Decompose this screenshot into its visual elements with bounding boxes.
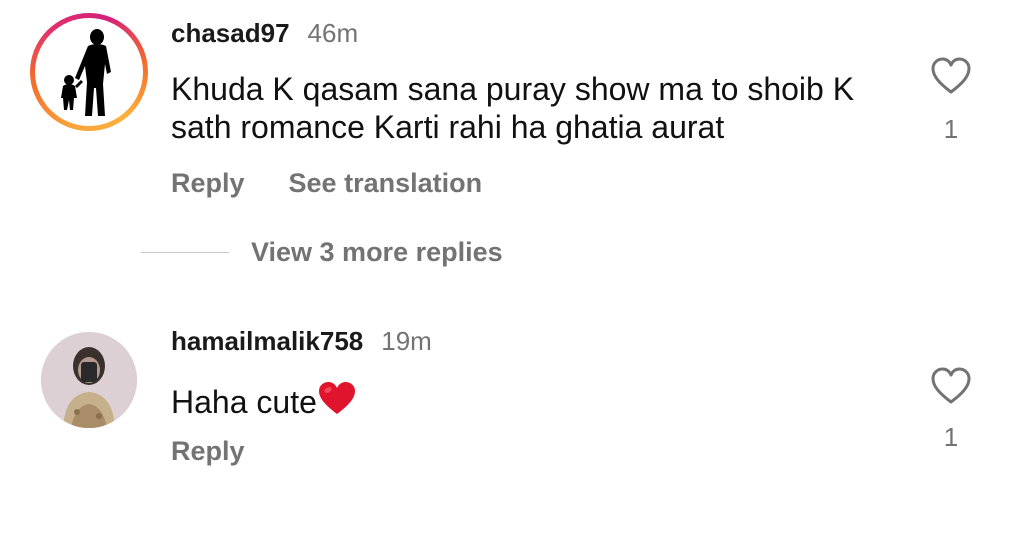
like-button[interactable] — [930, 56, 972, 96]
comment-actions: Reply See translation — [171, 168, 482, 199]
heart-outline-icon — [931, 57, 971, 94]
avatar-story-ring[interactable] — [30, 13, 148, 131]
avatar[interactable] — [41, 332, 137, 428]
timestamp: 46m — [307, 18, 359, 48]
heart-emoji-icon — [317, 380, 357, 424]
comment-header: hamailmalik758 19m — [171, 326, 432, 357]
username[interactable]: chasad97 — [171, 18, 290, 49]
parent-child-silhouette-icon — [61, 29, 111, 116]
reply-button[interactable]: Reply — [171, 168, 245, 199]
view-more-replies-button[interactable]: View 3 more replies — [141, 237, 503, 268]
comment-actions: Reply — [171, 436, 245, 467]
avatar[interactable] — [41, 24, 137, 120]
comment-header: chasad97 46m — [171, 18, 358, 49]
see-translation-button[interactable]: See translation — [289, 168, 483, 199]
comment-item: chasad97 46m Khuda K qasam sana puray sh… — [0, 0, 1024, 240]
comment-text-container: Haha cute — [171, 380, 911, 424]
divider — [141, 252, 229, 253]
like-count: 1 — [943, 422, 959, 452]
comment-item: hamailmalik758 19m Haha cute Reply 1 — [0, 318, 1024, 498]
reply-button[interactable]: Reply — [171, 436, 245, 467]
user-photo-icon — [41, 332, 137, 428]
comment-text: Khuda K qasam sana puray show ma to shoi… — [171, 71, 855, 145]
like-count: 1 — [943, 114, 959, 144]
username[interactable]: hamailmalik758 — [171, 326, 363, 357]
comment-text: Haha cute — [171, 384, 317, 420]
timestamp: 19m — [381, 326, 432, 356]
like-button[interactable] — [930, 366, 972, 406]
view-replies-label: View 3 more replies — [251, 237, 503, 267]
heart-outline-icon — [931, 367, 971, 404]
